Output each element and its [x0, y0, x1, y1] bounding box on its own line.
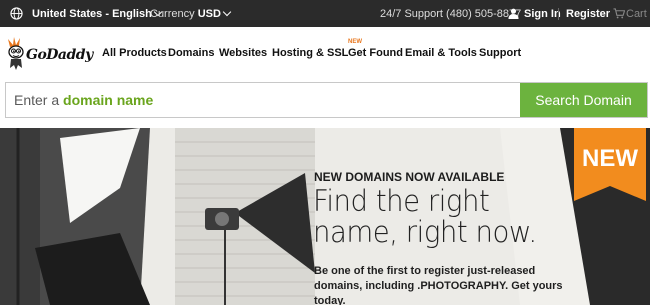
- domain-search-input[interactable]: [6, 83, 521, 117]
- headline-line-1: Find the right: [313, 184, 490, 218]
- top-utility-bar: United States - English Currency USD 24/…: [0, 0, 650, 27]
- language-label: United States - English: [32, 8, 152, 20]
- domain-search-bar: Enter a domain name Search Domain: [5, 82, 648, 118]
- godaddy-guy-icon: [8, 37, 24, 70]
- hero-banner[interactable]: NEW NEW DOMAINS NOW AVAILABLE Find the r…: [0, 128, 650, 305]
- sign-in-link[interactable]: Sign In: [524, 8, 561, 20]
- nav-hosting-ssl[interactable]: Hosting & SSL: [272, 47, 348, 59]
- user-icon: [508, 8, 519, 19]
- support-phone[interactable]: 24/7 Support (480) 505-8877: [380, 8, 521, 20]
- chevron-down-icon: [222, 7, 232, 17]
- new-badge-get-found: NEW: [348, 39, 362, 45]
- nav-websites[interactable]: Websites: [219, 47, 267, 59]
- language-selector[interactable]: United States - English: [32, 7, 163, 20]
- nav-all-products[interactable]: All Products: [102, 47, 167, 59]
- cart-link[interactable]: Cart: [626, 8, 647, 20]
- new-ribbon-badge: NEW: [574, 128, 646, 201]
- headline-line-2: name, right now.: [313, 215, 537, 249]
- new-ribbon-text: NEW: [582, 145, 638, 172]
- hero-body-text: Be one of the first to register just-rel…: [314, 265, 563, 305]
- currency-label: Currency: [150, 8, 195, 20]
- nav-email-tools[interactable]: Email & Tools: [405, 47, 477, 59]
- register-link[interactable]: Register: [566, 8, 610, 20]
- main-header: GoDaddy All Products Domains Websites Ho…: [0, 27, 650, 82]
- hero-kicker: NEW DOMAINS NOW AVAILABLE: [314, 170, 505, 184]
- godaddy-logo[interactable]: GoDaddy: [6, 37, 93, 71]
- nav-get-found[interactable]: Get Found: [348, 47, 403, 59]
- globe-icon: [10, 7, 23, 20]
- divider: [558, 8, 559, 20]
- nav-domains[interactable]: Domains: [168, 47, 214, 59]
- search-domain-button[interactable]: Search Domain: [520, 83, 647, 117]
- nav-support[interactable]: Support: [479, 47, 521, 59]
- currency-selector[interactable]: Currency USD: [150, 7, 232, 20]
- logo-wordmark: GoDaddy: [26, 47, 93, 63]
- hero-headline: Find the right name, right now.: [313, 186, 537, 248]
- cart-icon[interactable]: [613, 8, 625, 19]
- currency-value: USD: [197, 8, 221, 20]
